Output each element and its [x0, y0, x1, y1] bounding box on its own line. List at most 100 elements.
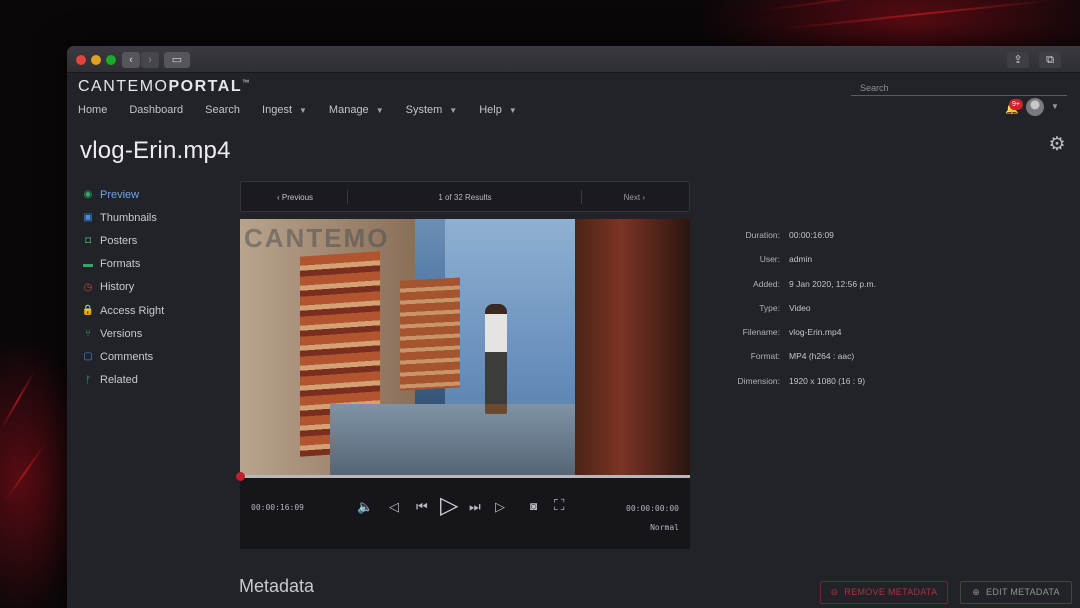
next-button[interactable]: Next ›: [624, 193, 645, 202]
zoom-window-button[interactable]: [106, 55, 116, 65]
metadata-label: Dimension:: [737, 375, 780, 386]
sidebar-item-comments[interactable]: ▢ Comments: [81, 345, 164, 368]
nav-item-dashboard[interactable]: Dashboard: [129, 103, 183, 117]
sidebar-item-related[interactable]: ᚠ Related: [81, 369, 164, 392]
main-nav: Home Dashboard Search Ingest ▼ Manage ▼ Sy…: [78, 103, 539, 117]
branch-icon: ᚠ: [85, 374, 91, 386]
metadata-value: 00:00:16:09: [789, 230, 834, 240]
sidebar-item-label: Posters: [100, 234, 138, 247]
playback-speed[interactable]: Normal: [650, 523, 679, 532]
end-timecode: 00:00:00:00: [626, 504, 679, 513]
chevron-down-icon: ▼: [449, 105, 458, 115]
sidebar-item-posters[interactable]: ◘ Posters: [81, 229, 164, 252]
metadata-label: User:: [759, 254, 780, 265]
minus-circle-icon: ⊖: [830, 587, 839, 597]
search-input[interactable]: [851, 79, 1067, 97]
sidebar-item-preview[interactable]: ◉ Preview: [81, 183, 164, 206]
metadata-row: Format: MP4 (h264 : aac): [717, 351, 876, 375]
gear-icon[interactable]: ⚙: [1047, 135, 1067, 155]
browser-window: ‹ › ▭ ⇪ ⧉ CANTEMOPORTAL™ Home Dashboard …: [67, 46, 1080, 608]
chevron-down-icon[interactable]: ▼: [1051, 102, 1059, 111]
step-forward-icon[interactable]: ▷: [495, 499, 505, 515]
versions-icon: ⑂: [85, 328, 91, 340]
metadata-summary: Duration: 00:00:16:09 User: admin Added: 9 …: [717, 230, 876, 400]
nav-label: System: [405, 104, 443, 116]
clock-icon: ◷: [83, 281, 93, 293]
video-frame[interactable]: CANTEMO: [240, 219, 690, 475]
share-button[interactable]: ⇪: [1007, 52, 1029, 68]
nav-item-ingest[interactable]: Ingest ▼: [262, 103, 307, 117]
nav-label: Ingest: [262, 104, 292, 116]
metadata-value: Video: [789, 302, 811, 313]
edit-metadata-button[interactable]: ⊕ EDIT METADATA: [960, 581, 1072, 604]
chevron-down-icon: ▼: [375, 105, 384, 115]
tabs-icon: ⧉: [1046, 54, 1054, 66]
metadata-label: Added:: [753, 278, 780, 289]
step-back-icon[interactable]: ◁: [389, 499, 399, 515]
metadata-value: admin: [789, 254, 813, 265]
image-icon: ▣: [83, 212, 93, 224]
metadata-value: 9 Jan 2020, 12:56 p.m.: [789, 278, 876, 289]
metadata-section-title: Metadata: [239, 576, 315, 596]
next-label: Next: [623, 193, 641, 202]
sidebar-item-label: Versions: [100, 327, 143, 340]
metadata-row: Filename: vlog-Erin.mp4: [717, 327, 876, 351]
metadata-row: Added: 9 Jan 2020, 12:56 p.m.: [717, 279, 876, 303]
sidebar-toggle-button[interactable]: ▭: [164, 52, 190, 68]
seek-bar[interactable]: [236, 472, 690, 481]
snapshot-icon[interactable]: ◙: [530, 499, 537, 513]
tabs-overview-button[interactable]: ⧉: [1039, 52, 1061, 68]
brand-bold: PORTAL: [168, 78, 243, 95]
video-scene-building: [445, 219, 595, 409]
brand-prefix: CANTEMO: [78, 78, 169, 95]
chevron-down-icon: ▼: [508, 105, 517, 115]
nav-item-help[interactable]: Help ▼: [479, 103, 517, 117]
current-timecode: 00:00:16:09: [251, 503, 304, 512]
nav-item-system[interactable]: System ▼: [406, 103, 458, 117]
nav-item-manage[interactable]: Manage ▼: [329, 103, 384, 117]
sidebar-item-label: Related: [100, 374, 138, 387]
lock-icon: 🔒: [81, 305, 95, 317]
fullscreen-icon[interactable]: ⛶: [554, 497, 565, 514]
player-controls: 00:00:16:09 🔈 ◁ ⏮ ▷ ⏭ ▷ ◙ ⛶ 00:00:00:00 …: [236, 472, 690, 549]
nav-label: Search: [205, 104, 241, 116]
seek-handle[interactable]: [236, 472, 245, 481]
eye-icon: ◉: [83, 189, 93, 201]
volume-icon[interactable]: 🔈: [357, 499, 373, 515]
global-search: [851, 78, 1067, 97]
forward-button[interactable]: ›: [141, 52, 159, 68]
avatar[interactable]: [1026, 98, 1044, 116]
sidebar-item-history[interactable]: ◷ History: [81, 276, 164, 299]
video-scene-foreground-rug: [575, 219, 690, 475]
sidebar-item-formats[interactable]: ▬ Formats: [81, 253, 164, 276]
chevron-right-icon: ›: [640, 193, 645, 202]
chevron-down-icon: ▼: [299, 105, 307, 115]
metadata-label: Filename:: [742, 327, 780, 338]
metadata-row: Dimension: 1920 x 1080 (16 : 9): [717, 376, 876, 400]
video-scene-rug: [400, 277, 460, 391]
comment-icon: ▢: [83, 351, 93, 363]
skip-back-icon[interactable]: ⏮: [416, 499, 428, 515]
nav-label: Home: [78, 104, 108, 116]
brand-logo[interactable]: CANTEMOPORTAL™: [78, 78, 251, 96]
metadata-row: Type: Video: [717, 303, 876, 327]
close-window-button[interactable]: [76, 55, 86, 65]
nav-item-home[interactable]: Home: [78, 103, 107, 117]
sidebar-item-thumbnails[interactable]: ▣ Thumbnails: [81, 206, 164, 229]
nav-item-search[interactable]: Search: [205, 103, 240, 117]
nav-label: Help: [479, 104, 502, 116]
share-icon: ⇪: [1013, 54, 1023, 66]
edit-metadata-label: EDIT METADATA: [986, 587, 1060, 597]
sidebar-item-access-right[interactable]: 🔒 Access Right: [81, 299, 164, 322]
sidebar-item-label: Access Right: [100, 304, 165, 317]
play-icon[interactable]: ▷: [440, 491, 458, 520]
window-titlebar: ‹ › ▭ ⇪ ⧉: [67, 46, 1080, 73]
sidebar-item-label: Preview: [100, 188, 140, 201]
back-button[interactable]: ‹: [122, 52, 140, 68]
sidebar-item-versions[interactable]: ⑂ Versions: [81, 322, 164, 345]
remove-metadata-button[interactable]: ⊖ REMOVE METADATA: [820, 581, 948, 604]
minimize-window-button[interactable]: [91, 55, 101, 65]
results-count: 1 of 32 Results: [438, 193, 492, 202]
skip-forward-icon[interactable]: ⏭: [469, 499, 481, 515]
metadata-value: vlog-Erin.mp4: [789, 327, 842, 338]
